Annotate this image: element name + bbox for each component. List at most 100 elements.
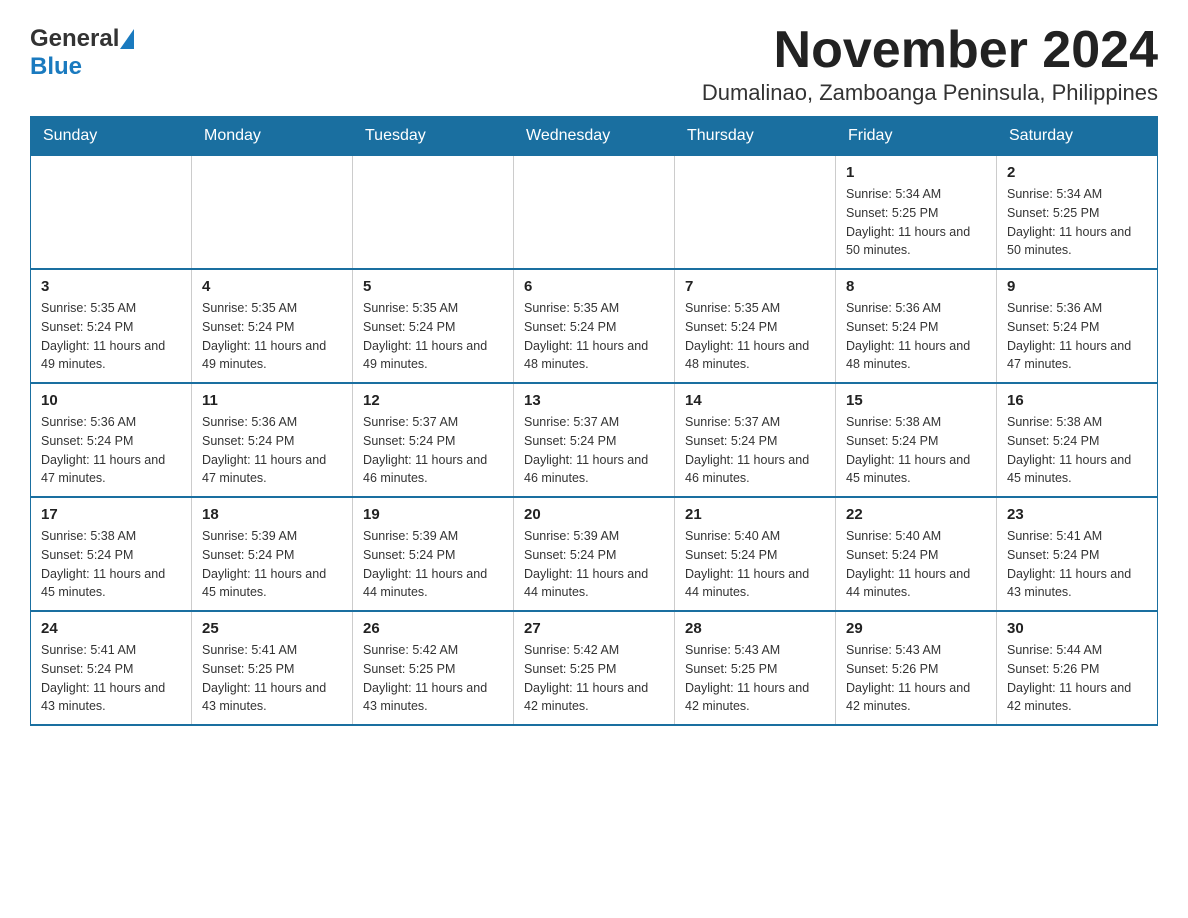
col-tuesday: Tuesday xyxy=(353,117,514,156)
day-number: 6 xyxy=(524,278,664,295)
day-number: 23 xyxy=(1007,506,1147,523)
day-number: 15 xyxy=(846,392,986,409)
day-info: Sunrise: 5:35 AMSunset: 5:24 PMDaylight:… xyxy=(524,299,664,374)
calendar-cell: 20 Sunrise: 5:39 AMSunset: 5:24 PMDayligh… xyxy=(514,497,675,611)
day-number: 28 xyxy=(685,620,825,637)
calendar-week-1: 1 Sunrise: 5:34 AMSunset: 5:25 PMDaylight… xyxy=(31,156,1158,270)
day-info: Sunrise: 5:38 AMSunset: 5:24 PMDaylight:… xyxy=(41,527,181,602)
calendar-cell: 17 Sunrise: 5:38 AMSunset: 5:24 PMDayligh… xyxy=(31,497,192,611)
day-number: 30 xyxy=(1007,620,1147,637)
col-wednesday: Wednesday xyxy=(514,117,675,156)
day-info: Sunrise: 5:36 AMSunset: 5:24 PMDaylight:… xyxy=(41,413,181,488)
day-info: Sunrise: 5:40 AMSunset: 5:24 PMDaylight:… xyxy=(685,527,825,602)
day-number: 2 xyxy=(1007,164,1147,181)
day-info: Sunrise: 5:34 AMSunset: 5:25 PMDaylight:… xyxy=(1007,185,1147,260)
calendar-cell: 28 Sunrise: 5:43 AMSunset: 5:25 PMDayligh… xyxy=(675,611,836,725)
calendar-cell: 13 Sunrise: 5:37 AMSunset: 5:24 PMDayligh… xyxy=(514,383,675,497)
day-info: Sunrise: 5:42 AMSunset: 5:25 PMDaylight:… xyxy=(524,641,664,716)
day-info: Sunrise: 5:43 AMSunset: 5:25 PMDaylight:… xyxy=(685,641,825,716)
day-number: 19 xyxy=(363,506,503,523)
day-number: 1 xyxy=(846,164,986,181)
day-info: Sunrise: 5:41 AMSunset: 5:25 PMDaylight:… xyxy=(202,641,342,716)
calendar-body: 1 Sunrise: 5:34 AMSunset: 5:25 PMDaylight… xyxy=(31,156,1158,726)
day-number: 4 xyxy=(202,278,342,295)
day-info: Sunrise: 5:36 AMSunset: 5:24 PMDaylight:… xyxy=(1007,299,1147,374)
day-number: 10 xyxy=(41,392,181,409)
day-number: 13 xyxy=(524,392,664,409)
day-number: 24 xyxy=(41,620,181,637)
day-info: Sunrise: 5:38 AMSunset: 5:24 PMDaylight:… xyxy=(846,413,986,488)
day-info: Sunrise: 5:37 AMSunset: 5:24 PMDaylight:… xyxy=(363,413,503,488)
day-info: Sunrise: 5:34 AMSunset: 5:25 PMDaylight:… xyxy=(846,185,986,260)
day-number: 17 xyxy=(41,506,181,523)
calendar-cell: 18Sunrise: 5:39 AMSunset: 5:24 PMDayligh… xyxy=(192,497,353,611)
page-subtitle: Dumalinao, Zamboanga Peninsula, Philippi… xyxy=(702,80,1158,106)
calendar-cell: 4 Sunrise: 5:35 AMSunset: 5:24 PMDaylight… xyxy=(192,269,353,383)
calendar-cell: 10 Sunrise: 5:36 AMSunset: 5:24 PMDayligh… xyxy=(31,383,192,497)
day-info: Sunrise: 5:35 AMSunset: 5:24 PMDaylight:… xyxy=(41,299,181,374)
calendar-cell: 15 Sunrise: 5:38 AMSunset: 5:24 PMDayligh… xyxy=(836,383,997,497)
title-block: November 2024 Dumalinao, Zamboanga Penin… xyxy=(702,20,1158,106)
calendar-cell: 25Sunrise: 5:41 AMSunset: 5:25 PMDayligh… xyxy=(192,611,353,725)
page-header: General Blue November 2024 Dumalinao, Za… xyxy=(30,20,1158,106)
day-number: 11 xyxy=(202,392,342,409)
calendar-cell xyxy=(675,156,836,270)
day-info: Sunrise: 5:43 AMSunset: 5:26 PMDaylight:… xyxy=(846,641,986,716)
day-info: Sunrise: 5:35 AMSunset: 5:24 PMDaylight:… xyxy=(363,299,503,374)
calendar-cell: 19 Sunrise: 5:39 AMSunset: 5:24 PMDayligh… xyxy=(353,497,514,611)
col-monday: Monday xyxy=(192,117,353,156)
day-info: Sunrise: 5:35 AMSunset: 5:24 PMDaylight:… xyxy=(202,299,342,374)
day-number: 20 xyxy=(524,506,664,523)
day-number: 26 xyxy=(363,620,503,637)
calendar-cell: 1 Sunrise: 5:34 AMSunset: 5:25 PMDaylight… xyxy=(836,156,997,270)
day-info: Sunrise: 5:35 AMSunset: 5:24 PMDaylight:… xyxy=(685,299,825,374)
calendar-week-2: 3 Sunrise: 5:35 AMSunset: 5:24 PMDaylight… xyxy=(31,269,1158,383)
calendar-cell: 29Sunrise: 5:43 AMSunset: 5:26 PMDayligh… xyxy=(836,611,997,725)
day-info: Sunrise: 5:36 AMSunset: 5:24 PMDaylight:… xyxy=(202,413,342,488)
calendar-cell: 12 Sunrise: 5:37 AMSunset: 5:24 PMDayligh… xyxy=(353,383,514,497)
logo: General Blue xyxy=(30,20,134,81)
calendar-cell: 8 Sunrise: 5:36 AMSunset: 5:24 PMDaylight… xyxy=(836,269,997,383)
calendar-cell: 23Sunrise: 5:41 AMSunset: 5:24 PMDayligh… xyxy=(997,497,1158,611)
day-number: 3 xyxy=(41,278,181,295)
calendar-cell: 30 Sunrise: 5:44 AMSunset: 5:26 PMDayligh… xyxy=(997,611,1158,725)
page-title: November 2024 xyxy=(702,20,1158,80)
day-info: Sunrise: 5:37 AMSunset: 5:24 PMDaylight:… xyxy=(685,413,825,488)
day-number: 18 xyxy=(202,506,342,523)
calendar-cell xyxy=(353,156,514,270)
col-friday: Friday xyxy=(836,117,997,156)
day-info: Sunrise: 5:41 AMSunset: 5:24 PMDaylight:… xyxy=(41,641,181,716)
calendar-week-4: 17 Sunrise: 5:38 AMSunset: 5:24 PMDayligh… xyxy=(31,497,1158,611)
calendar-cell: 26 Sunrise: 5:42 AMSunset: 5:25 PMDayligh… xyxy=(353,611,514,725)
calendar-cell: 5 Sunrise: 5:35 AMSunset: 5:24 PMDaylight… xyxy=(353,269,514,383)
day-number: 27 xyxy=(524,620,664,637)
header-row: Sunday Monday Tuesday Wednesday Thursday… xyxy=(31,117,1158,156)
calendar-week-3: 10 Sunrise: 5:36 AMSunset: 5:24 PMDayligh… xyxy=(31,383,1158,497)
logo-blue-text: Blue xyxy=(30,53,82,80)
day-info: Sunrise: 5:40 AMSunset: 5:24 PMDaylight:… xyxy=(846,527,986,602)
day-number: 12 xyxy=(363,392,503,409)
calendar-table: Sunday Monday Tuesday Wednesday Thursday… xyxy=(30,116,1158,726)
calendar-week-5: 24 Sunrise: 5:41 AMSunset: 5:24 PMDayligh… xyxy=(31,611,1158,725)
day-info: Sunrise: 5:44 AMSunset: 5:26 PMDaylight:… xyxy=(1007,641,1147,716)
day-info: Sunrise: 5:37 AMSunset: 5:24 PMDaylight:… xyxy=(524,413,664,488)
col-sunday: Sunday xyxy=(31,117,192,156)
col-saturday: Saturday xyxy=(997,117,1158,156)
day-number: 14 xyxy=(685,392,825,409)
day-number: 5 xyxy=(363,278,503,295)
day-info: Sunrise: 5:42 AMSunset: 5:25 PMDaylight:… xyxy=(363,641,503,716)
logo-arrow-icon xyxy=(120,29,134,49)
calendar-cell: 21Sunrise: 5:40 AMSunset: 5:24 PMDayligh… xyxy=(675,497,836,611)
day-info: Sunrise: 5:39 AMSunset: 5:24 PMDaylight:… xyxy=(524,527,664,602)
calendar-cell: 14 Sunrise: 5:37 AMSunset: 5:24 PMDayligh… xyxy=(675,383,836,497)
calendar-cell xyxy=(31,156,192,270)
calendar-cell: 9Sunrise: 5:36 AMSunset: 5:24 PMDaylight… xyxy=(997,269,1158,383)
calendar-cell: 2 Sunrise: 5:34 AMSunset: 5:25 PMDaylight… xyxy=(997,156,1158,270)
calendar-cell xyxy=(514,156,675,270)
day-info: Sunrise: 5:36 AMSunset: 5:24 PMDaylight:… xyxy=(846,299,986,374)
day-number: 8 xyxy=(846,278,986,295)
day-info: Sunrise: 5:39 AMSunset: 5:24 PMDaylight:… xyxy=(363,527,503,602)
calendar-cell: 3 Sunrise: 5:35 AMSunset: 5:24 PMDaylight… xyxy=(31,269,192,383)
calendar-cell: 11 Sunrise: 5:36 AMSunset: 5:24 PMDayligh… xyxy=(192,383,353,497)
day-number: 7 xyxy=(685,278,825,295)
